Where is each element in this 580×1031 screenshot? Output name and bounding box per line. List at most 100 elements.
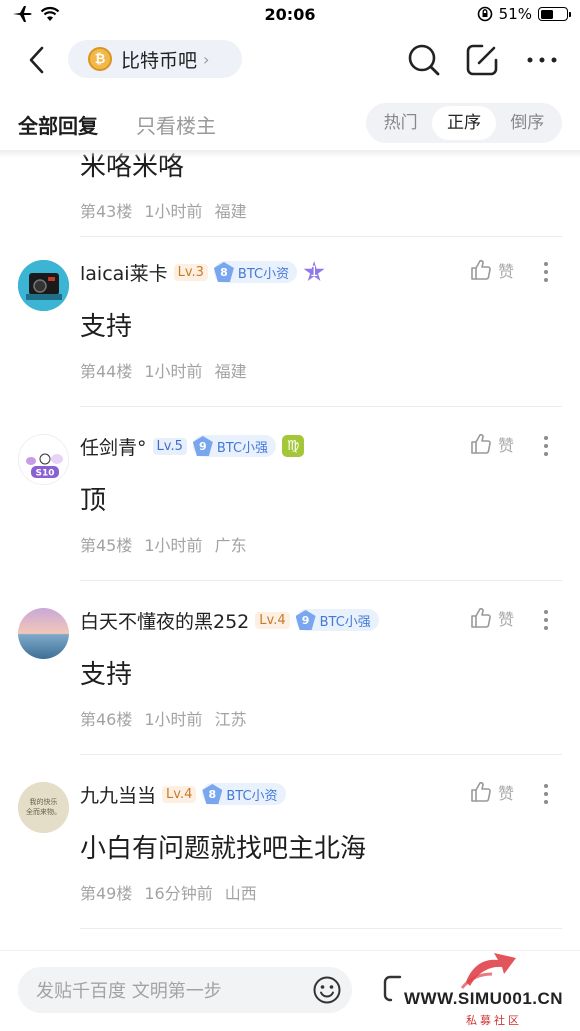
avatar[interactable]: S10 [18, 434, 69, 485]
reply-feed: 米咯米咯 第43楼 1小时前 福建 laicai莱卡 Lv.3 8 BTC小资 1… [0, 150, 580, 950]
post-meta: 第43楼 1小时前 福建 [80, 198, 247, 222]
cartoon-avatar-image: S10 [19, 435, 68, 484]
more-horizontal-icon [527, 57, 557, 63]
like-button[interactable]: 赞 [470, 432, 514, 456]
user-line: 白天不懂夜的黑252 Lv.4 9 BTC小强 [80, 606, 379, 634]
sunset-sea-avatar-image [18, 608, 69, 659]
avatar[interactable] [18, 608, 69, 659]
dot [544, 452, 548, 456]
post-content: 支持 [80, 312, 133, 342]
post-meta: 第46楼 1小时前 江苏 [80, 706, 247, 730]
tab-all-replies[interactable]: 全部回复 [18, 110, 98, 139]
post-floor: 第45楼 [80, 536, 133, 555]
avatar[interactable]: 我的快乐 全而来物。 [18, 782, 69, 833]
user-line: laicai莱卡 Lv.3 8 BTC小资 1 [80, 258, 325, 286]
more-options-button[interactable] [522, 40, 562, 80]
nav-bar: ₿ 比特币吧 › [0, 36, 580, 86]
gem-icon: 8 [213, 262, 234, 282]
like-button[interactable]: 赞 [470, 606, 514, 630]
post-meta: 第49楼 16分钟前 山西 [80, 880, 257, 904]
post-location: 广东 [214, 536, 247, 555]
header-shadow [0, 150, 580, 158]
star-rank-badge-icon: 1 [303, 261, 325, 282]
reply-post[interactable]: 白天不懂夜的黑252 Lv.4 9 BTC小强 赞 支持 第46楼 1小时前 江苏 [0, 594, 580, 768]
dot [544, 800, 548, 804]
username[interactable]: laicai莱卡 [80, 259, 168, 286]
avatar-text-line1: 我的快乐 [30, 797, 58, 806]
post-divider [80, 406, 562, 407]
username[interactable]: 任剑青° [80, 433, 147, 460]
back-button[interactable] [20, 42, 52, 78]
user-line: 任剑青° Lv.5 9 BTC小强 ♍ [80, 432, 305, 460]
handwriting-avatar-image: 我的快乐全而来物。 [18, 782, 69, 833]
dot [544, 436, 548, 440]
post-time: 1小时前 [144, 710, 203, 729]
post-location: 山西 [224, 884, 257, 903]
dot [544, 626, 548, 630]
post-more-button[interactable] [536, 259, 556, 285]
search-icon [408, 44, 440, 76]
post-floor: 第46楼 [80, 710, 133, 729]
dot [544, 444, 548, 448]
post-time: 1小时前 [144, 536, 203, 555]
badge-text: BTC小资 [226, 788, 278, 804]
avatar-text: S10 [35, 469, 54, 479]
post-location: 福建 [214, 362, 247, 381]
post-content: 顶 [80, 486, 107, 516]
comment-placeholder: 发贴千百度 文明第一步 [36, 981, 222, 1002]
post-divider [80, 236, 562, 237]
like-label: 赞 [497, 610, 514, 629]
post-content: 支持 [80, 660, 133, 690]
sort-descending[interactable]: 倒序 [496, 106, 559, 140]
camera-avatar-image [18, 260, 69, 311]
sort-ascending[interactable]: 正序 [432, 106, 496, 140]
bitcoin-coin-icon: ₿ [88, 47, 112, 71]
tab-owner-only[interactable]: 只看楼主 [136, 110, 216, 139]
like-button[interactable]: 赞 [470, 780, 514, 804]
chevron-left-icon [29, 46, 44, 74]
gem-icon: 9 [295, 610, 316, 630]
badge-text: BTC小资 [237, 266, 290, 282]
like-label: 赞 [497, 784, 514, 803]
forum-title-badge: 9 BTC小强 [295, 609, 379, 631]
like-label: 赞 [497, 262, 514, 281]
post-time: 1小时前 [144, 362, 203, 381]
reply-post-partial[interactable]: 米咯米咯 第43楼 1小时前 福建 [0, 150, 580, 240]
thumbs-up-icon [471, 781, 491, 802]
thumbs-up-icon [471, 433, 491, 454]
dot [544, 278, 548, 282]
comment-input[interactable]: 发贴千百度 文明第一步 [18, 967, 352, 1013]
search-button[interactable] [404, 40, 444, 80]
reply-post[interactable]: laicai莱卡 Lv.3 8 BTC小资 1 赞 支持 第44楼 1小时前 福建 [0, 246, 580, 420]
dot [544, 610, 548, 614]
post-divider [80, 928, 562, 929]
username[interactable]: 白天不懂夜的黑252 [80, 607, 249, 634]
post-more-button[interactable] [536, 607, 556, 633]
status-bar: 20:06 51% [0, 0, 580, 32]
badge-text: BTC小强 [319, 614, 371, 630]
post-divider [80, 754, 562, 755]
post-time: 1小时前 [144, 202, 203, 221]
watermark-text: WWW.SIMU001.CN [404, 989, 564, 1008]
post-meta: 第44楼 1小时前 福建 [80, 358, 247, 382]
reply-post[interactable]: 我的快乐 全而来物。 九九当当 Lv.4 8 BTC小资 赞 小白有问题就找吧主北海… [0, 768, 580, 950]
post-more-button[interactable] [536, 433, 556, 459]
watermark-subtext: 私募社区 [466, 1014, 522, 1027]
compose-button[interactable] [462, 40, 502, 80]
gem-icon: 9 [192, 436, 213, 456]
thumbs-up-icon [471, 259, 491, 280]
like-button[interactable]: 赞 [470, 258, 514, 282]
emoji-icon[interactable] [312, 975, 342, 1005]
sort-hot[interactable]: 热门 [369, 106, 432, 140]
tab-row: 全部回复 只看楼主 热门 正序 倒序 [0, 100, 580, 148]
username[interactable]: 九九当当 [80, 781, 156, 808]
chevron-right-icon: › [203, 49, 210, 69]
reply-post[interactable]: S10 任剑青° Lv.5 9 BTC小强 ♍ 赞 顶 第45楼 1小时前 广东 [0, 420, 580, 594]
forum-pill[interactable]: ₿ 比特币吧 › [68, 40, 242, 78]
dot [544, 792, 548, 796]
avatar[interactable] [18, 260, 69, 311]
post-floor: 第49楼 [80, 884, 133, 903]
status-right-icons: 51% [477, 5, 571, 23]
dot [544, 262, 548, 266]
post-more-button[interactable] [536, 781, 556, 807]
